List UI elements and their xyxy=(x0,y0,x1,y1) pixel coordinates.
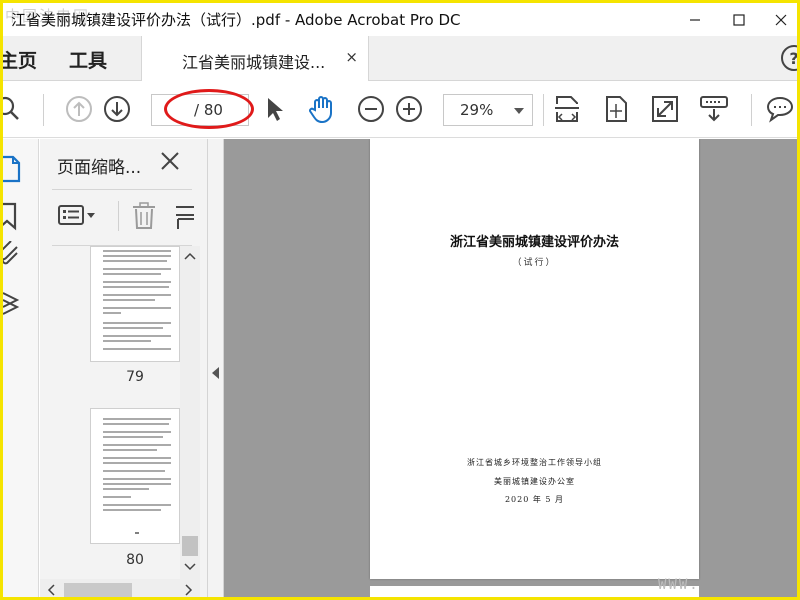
maximize-icon xyxy=(733,13,745,26)
expand-icon xyxy=(652,96,678,122)
plus-circle-icon xyxy=(396,96,422,122)
thumbnails-panel: 页面缩略... 79 80 xyxy=(40,139,208,600)
tab-document[interactable]: 江省美丽城镇建设... × xyxy=(141,36,369,81)
minimize-button[interactable] xyxy=(675,3,715,36)
app-window: 中国法电网 江省美丽城镇建设评价办法（试行）.pdf - Adobe Acrob… xyxy=(0,0,800,600)
document-title: 浙江省美丽城镇建设评价办法 xyxy=(449,235,619,250)
close-window-button[interactable] xyxy=(761,3,797,36)
page-thumbnails-icon xyxy=(3,155,21,183)
toolbar-separator xyxy=(543,94,544,126)
insert-page-icon xyxy=(176,206,194,229)
select-tool-button[interactable] xyxy=(259,94,289,124)
full-screen-button[interactable] xyxy=(650,94,680,124)
close-panel-button[interactable] xyxy=(160,151,180,177)
document-date: 2020 年 5 月 xyxy=(504,495,565,504)
trash-icon xyxy=(133,202,155,229)
title-bar: 中国法电网 江省美丽城镇建设评价办法（试行）.pdf - Adobe Acrob… xyxy=(3,3,797,36)
panel-separator xyxy=(118,201,119,231)
thumbnail-text-preview xyxy=(103,250,171,350)
tab-bar: 主页 工具 江省美丽城镇建设... × ? xyxy=(3,36,797,81)
thumbnail-text-preview xyxy=(103,418,171,534)
page-move-icon xyxy=(606,96,627,122)
toolbar-separator xyxy=(751,94,752,126)
hand-icon xyxy=(309,96,332,124)
corner-watermark: WWW. xyxy=(658,577,700,593)
close-tab-button[interactable]: × xyxy=(345,48,358,66)
arrow-down-circle-icon xyxy=(104,96,130,122)
layers-icon xyxy=(3,292,20,315)
help-icon: ? xyxy=(789,48,799,68)
fit-width-icon xyxy=(555,96,579,122)
document-tab-label: 江省美丽城镇建设... xyxy=(182,53,326,72)
rotate-page-button[interactable] xyxy=(601,94,631,124)
window-title: 江省美丽城镇建设评价办法（试行）.pdf - Adobe Acrobat Pro… xyxy=(11,11,461,29)
navigation-pane-strip xyxy=(3,139,39,597)
zoom-select[interactable]: 29% xyxy=(443,94,533,126)
page-thumbnails-button[interactable] xyxy=(3,153,33,183)
attachments-button[interactable] xyxy=(3,240,33,271)
search-icon xyxy=(3,96,19,120)
tab-home[interactable]: 主页 xyxy=(3,46,37,73)
thumbnails-vertical-scrollbar[interactable] xyxy=(180,246,200,579)
close-icon xyxy=(775,14,787,25)
tab-tools[interactable]: 工具 xyxy=(69,46,107,73)
chevron-down-icon xyxy=(514,108,524,114)
pdf-next-page xyxy=(370,586,699,597)
collapse-arrow-icon xyxy=(212,367,219,379)
thumbnail-page-number: 80 xyxy=(126,552,144,568)
scrollbar-thumb[interactable] xyxy=(182,536,198,556)
options-menu-icon xyxy=(58,205,95,225)
help-button[interactable]: ? xyxy=(781,45,799,71)
close-icon xyxy=(161,152,179,170)
toolbar-separator xyxy=(43,94,44,126)
thumbnail-page-number: 79 xyxy=(126,369,144,385)
previous-page-button[interactable] xyxy=(64,94,94,124)
bookmark-icon xyxy=(3,202,17,231)
arrow-up-circle-icon xyxy=(66,96,92,122)
toolbar: / 80 29% xyxy=(3,82,797,138)
delete-page-button[interactable] xyxy=(130,201,158,235)
document-issuer: 浙江省城乡环境整治工作领导小组 xyxy=(467,458,602,467)
paperclip-icon xyxy=(3,240,18,265)
pdf-page: 浙江省美丽城镇建设评价办法 （试行） 浙江省城乡环境整治工作领导小组 美丽城镇建… xyxy=(370,139,699,579)
comment-button[interactable] xyxy=(765,94,795,124)
fit-width-button[interactable] xyxy=(552,94,582,124)
bookmarks-button[interactable] xyxy=(3,201,33,231)
maximize-button[interactable] xyxy=(719,3,759,36)
thumbnails-list: 79 80 xyxy=(40,246,180,579)
minus-circle-icon xyxy=(358,96,384,122)
page-total-label: / 80 xyxy=(194,101,223,119)
scroll-mode-button[interactable] xyxy=(699,94,729,124)
keyboard-scroll-icon xyxy=(700,96,728,122)
panel-divider xyxy=(52,189,192,190)
scroll-left-icon[interactable] xyxy=(44,579,60,600)
comment-icon xyxy=(766,96,794,123)
page-number-input[interactable]: / 80 xyxy=(151,94,249,126)
layers-button[interactable] xyxy=(3,289,33,319)
page-thumbnail[interactable] xyxy=(90,246,180,362)
search-button[interactable] xyxy=(3,94,25,124)
document-issuer-office: 美丽城镇建设办公室 xyxy=(494,477,575,486)
zoom-in-button[interactable] xyxy=(394,94,424,124)
document-viewer[interactable]: 浙江省美丽城镇建设评价办法 （试行） 浙江省城乡环境整治工作领导小组 美丽城镇建… xyxy=(224,139,797,597)
scrollbar-thumb[interactable] xyxy=(64,583,132,597)
document-subtitle: （试行） xyxy=(512,258,557,268)
thumbnails-horizontal-scrollbar[interactable] xyxy=(40,579,200,600)
next-page-button[interactable] xyxy=(102,94,132,124)
thumbnail-options-button[interactable] xyxy=(58,202,100,232)
scroll-right-icon[interactable] xyxy=(180,579,196,600)
page-thumbnail[interactable] xyxy=(90,408,180,544)
panel-title: 页面缩略... xyxy=(57,158,142,178)
scroll-up-icon[interactable] xyxy=(180,248,200,264)
insert-page-button[interactable] xyxy=(174,201,194,235)
zoom-out-button[interactable] xyxy=(356,94,386,124)
collapse-panel-handle[interactable] xyxy=(208,139,224,597)
hand-tool-button[interactable] xyxy=(307,94,337,124)
arrow-cursor-icon xyxy=(268,98,283,121)
zoom-value: 29% xyxy=(460,101,494,119)
scroll-down-icon[interactable] xyxy=(180,559,200,575)
minimize-icon xyxy=(690,18,700,21)
